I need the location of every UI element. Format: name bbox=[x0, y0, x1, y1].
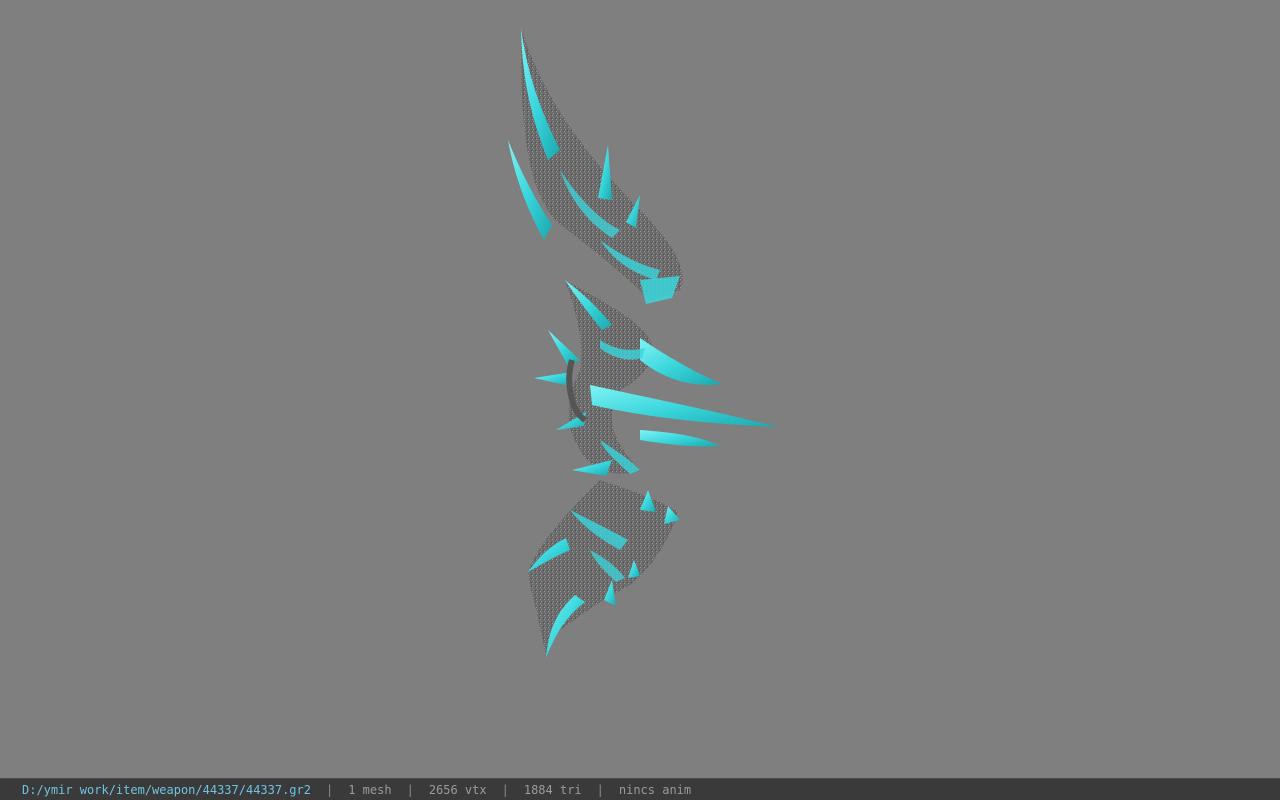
status-separator: | bbox=[325, 782, 334, 797]
status-separator: | bbox=[406, 782, 414, 797]
status-separator: | bbox=[501, 782, 509, 797]
triangle-count-label: 1884 tri bbox=[523, 782, 582, 797]
mesh-count-label: 1 mesh bbox=[348, 782, 392, 797]
file-path-label: D:/ymir work/item/weapon/44337/44337.gr2 bbox=[22, 782, 311, 797]
upper-limb bbox=[508, 28, 683, 304]
status-separator: | bbox=[596, 782, 604, 797]
3d-viewport[interactable] bbox=[0, 0, 1280, 778]
status-bar: D:/ymir work/item/weapon/44337/44337.gr2… bbox=[0, 778, 1280, 800]
weapon-model-render bbox=[508, 28, 778, 658]
vertex-count-label: 2656 vtx bbox=[428, 782, 487, 797]
grip-section bbox=[534, 280, 778, 476]
lower-limb bbox=[528, 480, 680, 658]
animation-status-label: nincs anim bbox=[618, 782, 692, 797]
